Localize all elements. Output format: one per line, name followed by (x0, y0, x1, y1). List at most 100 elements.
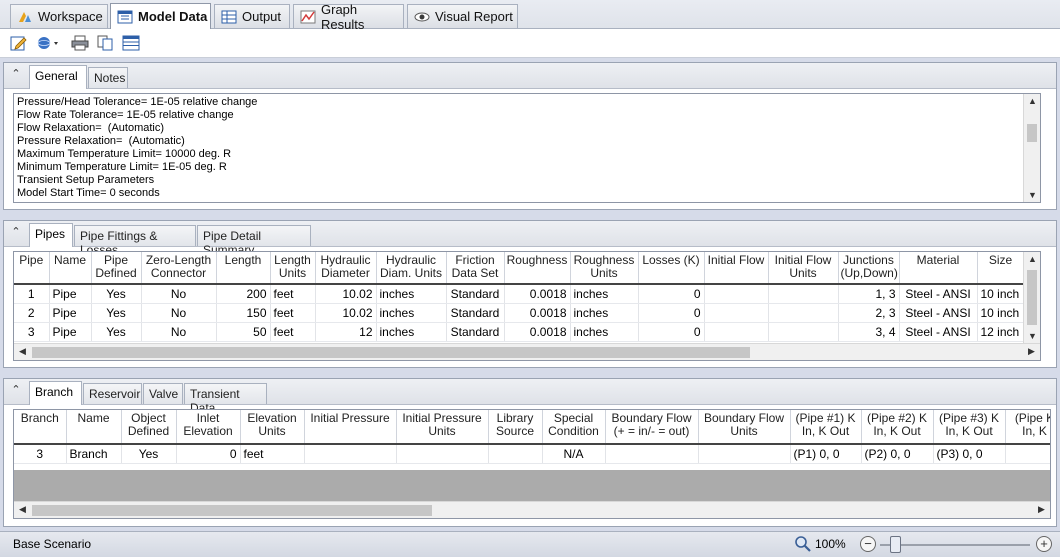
zoom-slider-thumb[interactable] (890, 536, 901, 553)
table-cell[interactable] (704, 283, 769, 304)
tab-pipe-detail-summary[interactable]: Pipe Detail Summary (197, 225, 311, 257)
pipes-horizontal-scrollbar[interactable]: ◀ ▶ (14, 343, 1040, 360)
tab-graph-results[interactable]: Graph Results (293, 2, 404, 32)
table-cell[interactable]: 0.0018 (504, 283, 571, 304)
table-cell[interactable]: 0 (638, 303, 705, 323)
tab-pipes[interactable]: Pipes (29, 223, 73, 247)
column-header[interactable]: Material (899, 252, 978, 285)
table-cell[interactable] (304, 443, 397, 464)
scroll-right-icon[interactable]: ▶ (1033, 504, 1050, 515)
globe-dropdown-button[interactable] (35, 34, 63, 52)
table-cell[interactable] (768, 322, 839, 342)
table-cell[interactable]: Pipe (49, 322, 92, 342)
scroll-thumb[interactable] (32, 347, 750, 358)
column-header[interactable]: Roughness (504, 252, 571, 285)
general-text-area[interactable]: Pressure/Head Tolerance= 1E-05 relative … (13, 93, 1041, 203)
table-cell[interactable]: 0.0018 (504, 322, 571, 342)
column-header[interactable]: (Pipe #2) K In, K Out (861, 410, 934, 445)
column-header[interactable]: Friction Data Set (446, 252, 505, 285)
table-cell[interactable]: 3 (14, 322, 50, 342)
column-header[interactable]: Junctions (Up,Down) (838, 252, 900, 285)
table-cell[interactable]: 10 inch (977, 283, 1025, 304)
column-header[interactable]: Elevation Units (240, 410, 305, 445)
column-header[interactable]: Pipe (14, 252, 50, 285)
table-row[interactable]: 2 Pipe Yes No 150 feet 10.02 inches Standard 0.00… (14, 303, 1040, 323)
column-header[interactable]: Losses (K) (638, 252, 705, 285)
collapse-icon[interactable]: ⌃ (9, 68, 23, 82)
table-cell[interactable]: Yes (121, 443, 177, 464)
column-header[interactable]: Pipe Defined (91, 252, 142, 285)
table-cell[interactable]: 2, 3 (838, 303, 900, 323)
column-header[interactable]: Hydraulic Diam. Units (376, 252, 447, 285)
table-cell[interactable]: feet (270, 322, 316, 342)
column-header[interactable]: Hydraulic Diameter (315, 252, 377, 285)
table-cell[interactable]: 10.02 (315, 303, 377, 323)
column-header[interactable]: Initial Pressure Units (396, 410, 489, 445)
table-cell[interactable]: 3, 4 (838, 322, 900, 342)
zoom-out-icon[interactable]: − (860, 536, 876, 552)
table-cell[interactable]: 10 inch (977, 303, 1025, 323)
table-cell[interactable]: 0.0018 (504, 303, 571, 323)
table-cell[interactable]: inches (570, 283, 639, 304)
table-cell[interactable]: 2 (14, 303, 50, 323)
scroll-thumb[interactable] (1027, 124, 1037, 142)
scroll-left-icon[interactable]: ◀ (14, 504, 31, 515)
column-header[interactable]: Inlet Elevation (176, 410, 241, 445)
column-header[interactable]: (Pipe #3) K In, K Out (933, 410, 1006, 445)
scroll-down-icon[interactable]: ▼ (1024, 331, 1040, 341)
tab-notes[interactable]: Notes (88, 67, 128, 88)
table-cell[interactable]: 150 (216, 303, 271, 323)
scroll-up-icon[interactable]: ▲ (1024, 254, 1040, 264)
column-header[interactable]: Roughness Units (570, 252, 639, 285)
table-row[interactable]: 3 Branch Yes 0 feet N/A (P1) 0, 0 (P2) 0, 0 (P3)… (14, 443, 1050, 464)
column-header[interactable]: Zero-Length Connector (141, 252, 217, 285)
column-header[interactable]: Initial Flow Units (768, 252, 839, 285)
scroll-left-icon[interactable]: ◀ (14, 346, 31, 357)
table-cell[interactable] (698, 443, 791, 464)
table-cell[interactable] (396, 443, 489, 464)
table-cell[interactable] (704, 303, 769, 323)
copy-button[interactable] (95, 34, 115, 52)
table-cell[interactable]: inches (376, 283, 447, 304)
table-cell[interactable]: feet (270, 283, 316, 304)
collapse-icon[interactable]: ⌃ (9, 384, 23, 398)
column-header[interactable]: Length (216, 252, 271, 285)
table-cell[interactable]: 0 (638, 283, 705, 304)
tab-workspace[interactable]: Workspace (10, 4, 108, 28)
zoom-in-icon[interactable]: + (1036, 536, 1052, 552)
column-header[interactable]: (Pipe #1) K In, K Out (790, 410, 862, 445)
table-cell[interactable]: 12 (315, 322, 377, 342)
scroll-right-icon[interactable]: ▶ (1023, 346, 1040, 357)
scroll-down-icon[interactable]: ▼ (1024, 190, 1040, 200)
column-header[interactable]: Initial Pressure (304, 410, 397, 445)
junction-horizontal-scrollbar[interactable]: ◀ ▶ (14, 501, 1050, 518)
column-header[interactable]: Boundary Flow Units (698, 410, 791, 445)
tab-valve[interactable]: Valve (143, 383, 183, 404)
table-cell[interactable]: 0 (638, 322, 705, 342)
tab-output[interactable]: Output (214, 4, 290, 28)
tab-general[interactable]: General (29, 65, 87, 89)
scroll-thumb[interactable] (1027, 270, 1037, 325)
table-cell[interactable] (488, 443, 543, 464)
table-cell[interactable]: Steel - ANSI (899, 283, 978, 304)
table-cell[interactable]: Branch (66, 443, 122, 464)
table-cell[interactable] (768, 283, 839, 304)
table-cell[interactable]: No (141, 322, 217, 342)
tab-visual-report[interactable]: Visual Report (407, 4, 518, 28)
table-cell[interactable]: N/A (542, 443, 606, 464)
general-vertical-scrollbar[interactable]: ▲ ▼ (1023, 94, 1040, 202)
edit-button[interactable] (9, 34, 29, 52)
table-cell[interactable]: Pipe (49, 303, 92, 323)
table-cell[interactable]: (P2) 0, 0 (861, 443, 934, 464)
table-cell[interactable]: Yes (91, 303, 142, 323)
column-header[interactable]: (Pipe K In, K (1005, 410, 1050, 445)
zoom-slider-track[interactable] (880, 544, 1030, 546)
table-cell[interactable]: feet (270, 303, 316, 323)
table-cell[interactable]: 0 (176, 443, 241, 464)
print-button[interactable] (70, 34, 90, 52)
tab-pipe-fittings-losses[interactable]: Pipe Fittings & Losses (74, 225, 196, 257)
table-cell[interactable]: No (141, 303, 217, 323)
table-cell[interactable]: inches (376, 322, 447, 342)
table-cell[interactable]: inches (570, 322, 639, 342)
column-header[interactable]: Length Units (270, 252, 316, 285)
